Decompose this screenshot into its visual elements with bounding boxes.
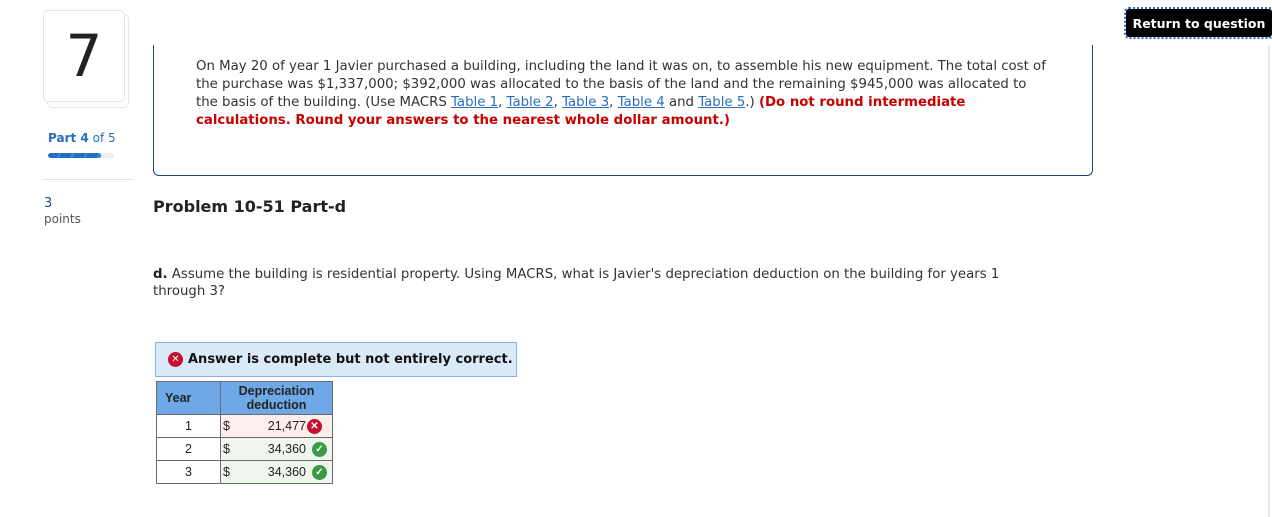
link-table-2[interactable]: Table 2 — [507, 95, 554, 110]
depreciation-cell: $34,360 ✓ — [220, 460, 333, 484]
question-number: 7 — [43, 10, 125, 102]
link-table-1[interactable]: Table 1 — [451, 95, 498, 110]
link-table-5[interactable]: Table 5 — [698, 95, 745, 110]
table-header-row: Year Depreciation deduction — [156, 381, 333, 415]
x-circle-icon: ✕ — [168, 352, 183, 367]
table-row: 2 $34,360 ✓ — [156, 437, 333, 461]
part-question: d. Assume the building is residential pr… — [153, 266, 1053, 300]
question-text: On May 20 of year 1 Javier purchased a b… — [196, 58, 1046, 130]
part-prefix: Part — [48, 131, 77, 145]
question-number-card: 7 — [43, 10, 129, 108]
separator: , — [553, 95, 563, 110]
x-circle-icon: ✕ — [307, 419, 322, 434]
column-header-depreciation: Depreciation deduction — [220, 381, 333, 415]
sidebar-divider — [43, 179, 133, 180]
answer-table: Year Depreciation deduction 1 $21,477 ✕ 2 $3… — [156, 381, 333, 484]
depreciation-cell: $34,360 ✓ — [220, 437, 333, 461]
depreciation-value: 34,360 — [267, 442, 306, 456]
currency-symbol: $ — [223, 465, 230, 479]
points-value: 3 — [44, 196, 53, 211]
separator: , — [609, 95, 618, 110]
currency-symbol: $ — [223, 442, 230, 456]
depreciation-cell: $21,477 ✕ — [220, 414, 333, 438]
table-row: 1 $21,477 ✕ — [156, 414, 333, 438]
points-label: points — [44, 212, 81, 226]
currency-symbol: $ — [223, 419, 230, 433]
link-table-4[interactable]: Table 4 — [618, 95, 665, 110]
depreciation-value: 21,477 — [267, 419, 306, 433]
link-table-3[interactable]: Table 3 — [562, 95, 609, 110]
feedback-banner: ✕ Answer is complete but not entirely co… — [155, 342, 517, 377]
part-current: 4 — [80, 131, 89, 145]
part-indicator: Part 4 of 5 — [48, 131, 116, 145]
part-progress-bar — [48, 153, 114, 158]
problem-title: Problem 10-51 Part-d — [153, 197, 347, 216]
year-cell: 2 — [156, 437, 221, 461]
part-letter: d. — [153, 267, 168, 282]
column-header-year: Year — [156, 381, 221, 415]
check-circle-icon: ✓ — [312, 465, 327, 480]
part-question-text: Assume the building is residential prope… — [153, 267, 1000, 299]
feedback-message: Answer is complete but not entirely corr… — [188, 352, 513, 367]
right-panel-edge — [1268, 46, 1270, 517]
separator: , — [498, 95, 507, 110]
check-circle-icon: ✓ — [312, 442, 327, 457]
separator: and — [664, 95, 699, 110]
table-row: 3 $34,360 ✓ — [156, 460, 333, 484]
part-progress-fill — [48, 153, 101, 158]
year-cell: 3 — [156, 460, 221, 484]
question-body-end: .) — [745, 95, 759, 110]
depreciation-value: 34,360 — [267, 465, 306, 479]
return-to-question-button[interactable]: Return to question — [1124, 7, 1272, 39]
part-total: of 5 — [92, 131, 116, 145]
year-cell: 1 — [156, 414, 221, 438]
